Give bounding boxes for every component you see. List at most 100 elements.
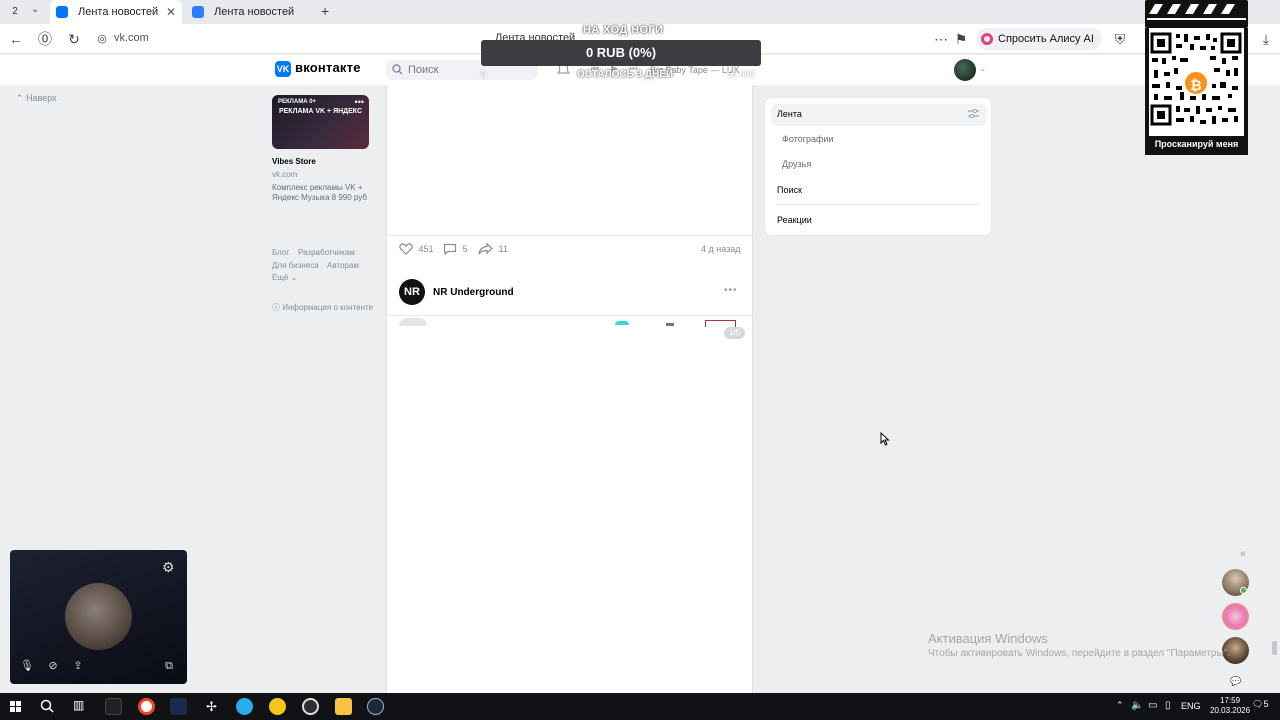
- notification-count: 5: [1263, 699, 1269, 709]
- tab-news-feed-active[interactable]: Лента новостей ✕: [50, 0, 182, 24]
- telegram-icon[interactable]: [236, 698, 253, 715]
- menu-item-feed[interactable]: Лента: [777, 109, 802, 119]
- share-screen-icon[interactable]: ⇪: [70, 659, 86, 673]
- menu-item-photos[interactable]: Фотографии: [782, 134, 833, 144]
- scrollbar-thumb[interactable]: [1272, 641, 1277, 655]
- ad-more-icon[interactable]: •••: [355, 97, 364, 107]
- content-info-link[interactable]: ⓘ Информация о контенте: [272, 302, 373, 313]
- back-to-top-label: Наверх: [26, 93, 57, 103]
- footer-link-business[interactable]: Для бизнеса: [272, 261, 319, 270]
- input-language[interactable]: ENG: [1181, 701, 1201, 711]
- address-bar-url[interactable]: vk.com: [114, 32, 149, 44]
- taskbar-app-dark-icon[interactable]: [170, 698, 187, 715]
- pause-favicon-icon: [192, 6, 204, 18]
- donation-min: 0: [481, 69, 487, 79]
- footer-link-developers[interactable]: Разработчикам: [298, 248, 355, 257]
- taskbar-search-icon[interactable]: [40, 699, 54, 713]
- photo-fragment: [399, 318, 427, 326]
- reload-icon[interactable]: ↻: [66, 31, 82, 47]
- news-feed: [386, 85, 753, 693]
- ad-domain[interactable]: vk.com: [272, 170, 297, 179]
- post-divider: [386, 235, 753, 236]
- ad-badge: РЕКЛАМА 0+: [278, 99, 317, 105]
- yandex-browser-icon[interactable]: [138, 698, 155, 715]
- comment-icon: [443, 243, 457, 255]
- tab-count-badge[interactable]: 2: [6, 4, 24, 20]
- speaker-icon[interactable]: 🔈: [1131, 700, 1143, 711]
- more-options-icon[interactable]: ⋯: [933, 31, 949, 47]
- chevron-up-icon: ⌃: [16, 93, 24, 103]
- yandex-logo-icon[interactable]: ⓪: [37, 31, 53, 47]
- tab-title: Лента новостей: [78, 6, 159, 18]
- file-explorer-icon[interactable]: [335, 698, 352, 715]
- downloads-icon[interactable]: ⤓: [1258, 31, 1274, 47]
- ask-alice-button[interactable]: Спросить Алису AI: [976, 28, 1102, 50]
- content-info-label: Информация о контенте: [282, 303, 374, 312]
- share-button[interactable]: 11: [478, 243, 508, 255]
- chat-avatar[interactable]: [1222, 603, 1249, 630]
- search-icon: [392, 64, 403, 75]
- obs-icon[interactable]: [302, 698, 319, 715]
- tab-news-feed[interactable]: Лента новостей: [186, 0, 316, 24]
- new-tab-button[interactable]: +: [321, 3, 329, 19]
- comment-button[interactable]: 5: [443, 243, 468, 255]
- collapse-chats-icon[interactable]: «: [1240, 548, 1246, 560]
- vk-logo-icon: VK: [275, 61, 291, 77]
- post-timestamp[interactable]: 4 д назад: [701, 244, 741, 254]
- microphone-icon[interactable]: 🎙: [19, 659, 35, 673]
- pip-icon[interactable]: ⧉: [161, 659, 177, 673]
- battery-icon[interactable]: ▯: [1165, 700, 1171, 711]
- author-avatar[interactable]: NR: [399, 279, 425, 305]
- online-indicator: [1240, 587, 1247, 594]
- windows-taskbar: [0, 693, 1280, 720]
- filter-settings-icon[interactable]: [968, 109, 979, 118]
- tab-list-chevron-icon[interactable]: ⌄: [31, 4, 39, 15]
- post-header-divider: [386, 315, 753, 316]
- menu-item-search[interactable]: Поиск: [777, 185, 802, 195]
- site-info-icon[interactable]: ◎: [94, 31, 110, 47]
- tray-chevron-up-icon[interactable]: ⌃: [1116, 700, 1124, 711]
- ad-title[interactable]: Vibes Store: [272, 157, 316, 166]
- post-more-icon[interactable]: •••: [724, 285, 738, 296]
- menu-item-reactions[interactable]: Реакции: [777, 215, 812, 225]
- taskbar-clock[interactable]: 17:59 20.03.2026: [1210, 696, 1250, 716]
- camera-off-icon[interactable]: ⊘: [45, 659, 61, 673]
- share-count: 11: [498, 244, 508, 254]
- ad-banner[interactable]: РЕКЛАМА 0+ ••• РЕКЛАМА VK + ЯНДЕКС: [272, 95, 369, 149]
- notifications-button[interactable]: 🗨5: [1252, 699, 1268, 710]
- network-icon[interactable]: ▭: [1148, 700, 1157, 711]
- windows-activation-title: Активация Windows: [928, 631, 1048, 646]
- menu-item-friends[interactable]: Друзья: [782, 159, 811, 169]
- like-button[interactable]: 451: [399, 243, 434, 255]
- footer-link-authors[interactable]: Авторам: [327, 261, 359, 270]
- profile-menu-chevron-icon[interactable]: ⌄: [979, 63, 987, 74]
- photo-fragment: [615, 321, 629, 325]
- comment-count: 5: [462, 244, 468, 254]
- close-tab-icon[interactable]: ✕: [166, 0, 176, 24]
- ad-description[interactable]: Комплекс рекламы VK + Яндекс Музыка 8 99…: [272, 183, 372, 203]
- donation-max: 50 000: [727, 69, 755, 79]
- taskbar-app-pinwheel-icon[interactable]: ✢: [203, 698, 220, 715]
- messages-icon[interactable]: 💬: [1230, 676, 1241, 687]
- back-to-top-button[interactable]: ⌃ Наверх: [16, 93, 57, 104]
- vk-logo-text: вконтакте: [295, 60, 361, 75]
- task-view-icon[interactable]: ▥: [73, 698, 84, 712]
- taskbar-app-tm-icon[interactable]: [105, 698, 122, 715]
- back-arrow-icon[interactable]: ←: [8, 31, 24, 47]
- user-avatar[interactable]: [954, 59, 976, 81]
- footer-link-more[interactable]: Ещё ⌄: [272, 273, 297, 282]
- chevron-down-icon: ⌄: [290, 273, 298, 282]
- footer-link-blog[interactable]: Блог: [272, 248, 289, 257]
- settings-gear-icon[interactable]: ⚙: [162, 559, 175, 576]
- menu-active-highlight: [771, 104, 987, 126]
- author-name[interactable]: NR Underground: [433, 287, 514, 298]
- donation-time-left: ОСТАЛОСЬ 3 ДНЕЙ: [577, 69, 674, 80]
- qr-caption: Просканируй меня: [1145, 136, 1248, 155]
- steam-icon[interactable]: [367, 698, 384, 715]
- shield-extension-icon[interactable]: ⛨: [1112, 31, 1128, 47]
- mouse-cursor-icon: [880, 432, 890, 446]
- windows-start-icon[interactable]: [10, 701, 21, 712]
- bookmark-icon[interactable]: ⚑: [953, 31, 969, 47]
- vk-favicon-icon: [56, 6, 68, 18]
- taskbar-app-triangle-icon[interactable]: [269, 698, 286, 715]
